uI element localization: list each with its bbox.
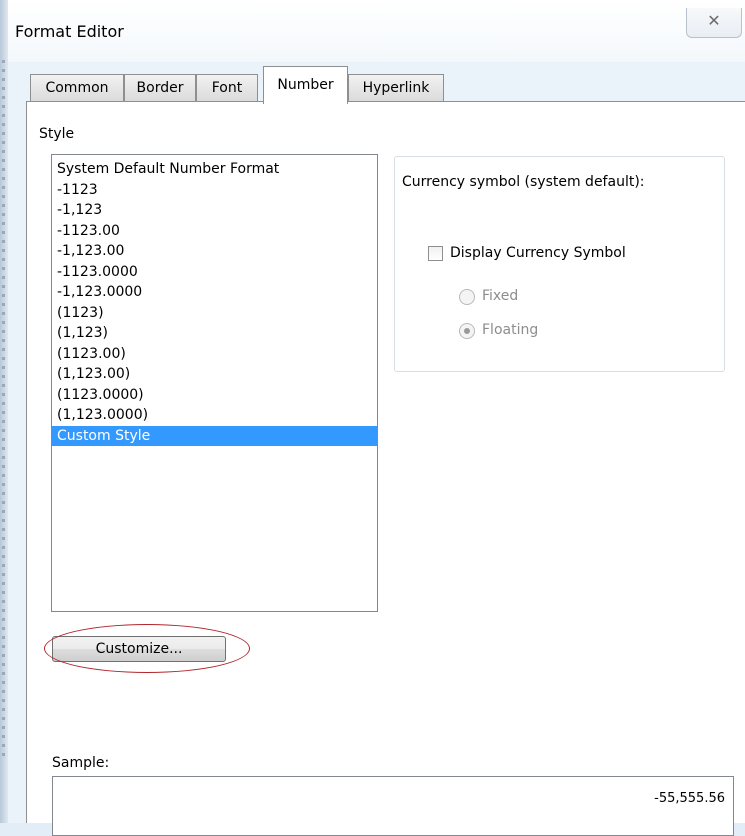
style-list-item[interactable]: -1123.0000	[52, 262, 377, 283]
fixed-label: Fixed	[482, 288, 519, 304]
display-currency-checkbox[interactable]	[428, 246, 443, 261]
close-button[interactable]: ✕	[686, 8, 742, 38]
tab-number[interactable]: Number	[263, 66, 348, 104]
tab-strip: Common Border Font Number Hyperlink	[8, 62, 745, 104]
floating-label: Floating	[482, 322, 539, 338]
currency-symbol-heading: Currency symbol (system default):	[402, 174, 645, 190]
style-list-item[interactable]: (1,123.00)	[52, 364, 377, 385]
style-label: Style	[39, 126, 75, 142]
style-list-item[interactable]: (1123)	[52, 303, 377, 324]
display-currency-label: Display Currency Symbol	[450, 245, 626, 261]
style-list-item[interactable]: (1,123)	[52, 323, 377, 344]
sample-preview-box: -55,555.56	[52, 776, 734, 836]
sample-value: -55,555.56	[654, 791, 725, 806]
style-listbox[interactable]: System Default Number Format -1123 -1,123-…	[51, 154, 378, 612]
tab-font[interactable]: Font	[196, 74, 258, 102]
fixed-radio[interactable]	[459, 289, 475, 305]
tab-border[interactable]: Border	[124, 74, 196, 102]
close-icon: ✕	[707, 11, 721, 30]
sample-label: Sample:	[52, 755, 110, 771]
style-list-item[interactable]: (1123.00)	[52, 344, 377, 365]
style-list-item[interactable]: System Default Number Format	[52, 159, 377, 180]
dialog-title: Format Editor	[15, 22, 124, 41]
tab-common[interactable]: Common	[30, 74, 124, 102]
style-list-item[interactable]: (1,123.0000)	[52, 405, 377, 426]
style-list-item[interactable]: -1123	[52, 180, 377, 201]
style-list-item[interactable]: -1123.00	[52, 221, 377, 242]
style-list-item[interactable]: (1123.0000)	[52, 385, 377, 406]
floating-radio[interactable]	[459, 323, 475, 339]
style-list-item[interactable]: Custom Style	[52, 425, 377, 446]
style-list-item[interactable]: -1,123.00	[52, 241, 377, 262]
tab-hyperlink[interactable]: Hyperlink	[348, 74, 444, 102]
style-list-item[interactable]: -1,123.0000	[52, 282, 377, 303]
title-bar: Format Editor ✕	[8, 0, 745, 62]
desktop-edge	[0, 0, 8, 823]
customize-button[interactable]: Customize...	[52, 636, 226, 662]
style-list-item[interactable]: -1,123	[52, 200, 377, 221]
